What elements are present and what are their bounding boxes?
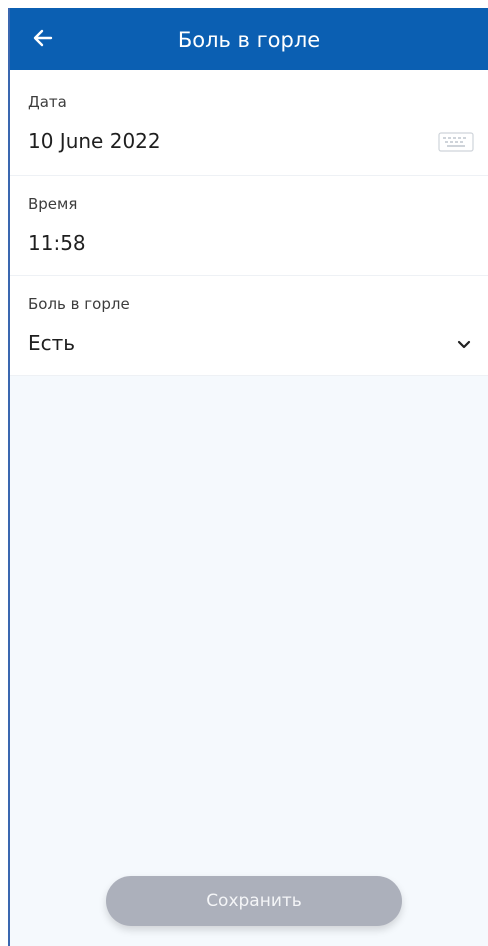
date-value: 10 June 2022 [28,129,161,153]
app-bar: Боль в горле [10,8,488,70]
time-field[interactable]: Время 11:58 [10,176,488,276]
sore-throat-select[interactable]: Боль в горле Есть [10,276,488,376]
page-title: Боль в горле [177,28,321,52]
time-value: 11:58 [28,231,86,255]
screen: Боль в горле Дата 10 June 2022 Время 11:… [8,8,488,946]
sore-throat-label: Боль в горле [28,295,130,313]
sore-throat-value: Есть [28,331,76,355]
date-label: Дата [28,93,67,111]
date-field[interactable]: Дата 10 June 2022 [10,70,488,176]
time-label: Время [28,195,78,213]
save-button[interactable]: Сохранить [106,876,402,926]
keyboard-icon[interactable] [438,132,474,152]
chevron-down-icon[interactable] [456,336,472,352]
